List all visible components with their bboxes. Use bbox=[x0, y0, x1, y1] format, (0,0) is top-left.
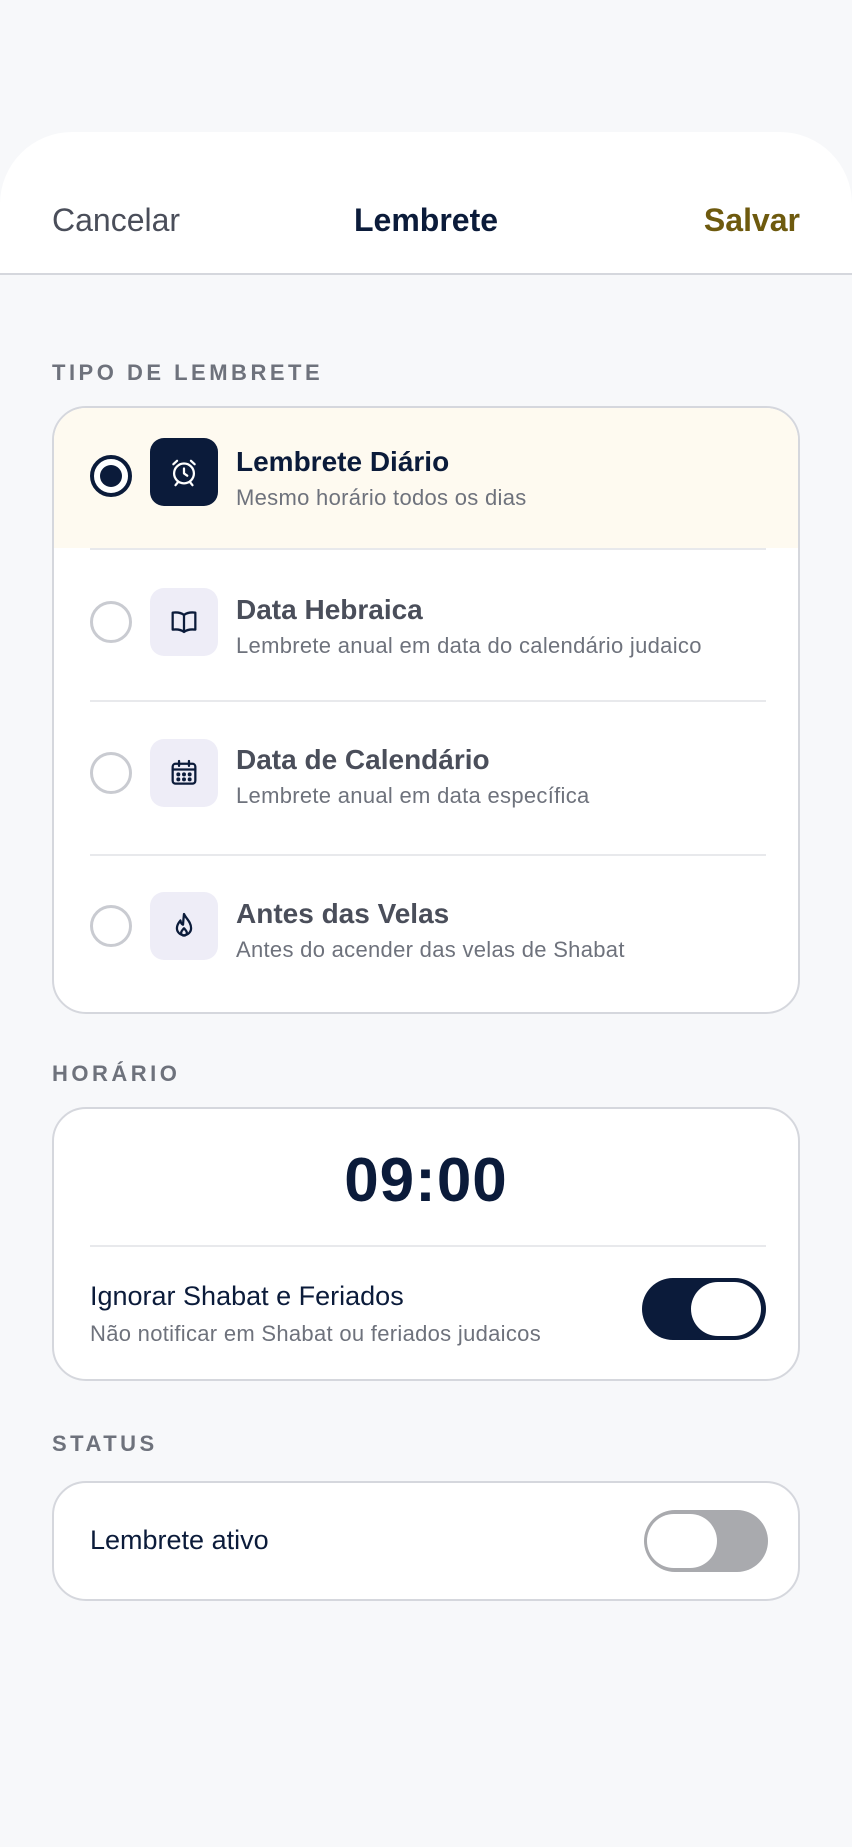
radio-hebrew-date[interactable] bbox=[90, 601, 132, 643]
save-button[interactable]: Salvar bbox=[704, 200, 800, 240]
flame-icon bbox=[150, 892, 218, 960]
option-title: Antes das Velas bbox=[236, 898, 450, 929]
time-picker[interactable]: 09:00 bbox=[54, 1145, 798, 1216]
option-subtitle: Lembrete anual em data específica bbox=[236, 783, 590, 808]
radio-before-candles[interactable] bbox=[90, 905, 132, 947]
option-title: Data Hebraica bbox=[236, 594, 423, 625]
option-before-candles[interactable]: Antes das Velas Antes do acender das vel… bbox=[54, 856, 798, 1012]
skip-shabbat-title: Ignorar Shabat e Feriados bbox=[90, 1281, 404, 1311]
option-title: Data de Calendário bbox=[236, 744, 490, 775]
option-daily-reminder[interactable]: Lembrete Diário Mesmo horário todos os d… bbox=[54, 408, 798, 548]
skip-shabbat-toggle[interactable] bbox=[642, 1278, 766, 1340]
section-label-status: STATUS bbox=[52, 1431, 158, 1456]
active-reminder-toggle[interactable] bbox=[644, 1510, 768, 1572]
alarm-clock-icon bbox=[150, 438, 218, 506]
open-book-icon bbox=[150, 588, 218, 656]
divider bbox=[90, 1245, 766, 1247]
option-subtitle: Antes do acender das velas de Shabat bbox=[236, 937, 625, 962]
option-calendar-date[interactable]: Data de Calendário Lembrete anual em dat… bbox=[54, 702, 798, 854]
option-hebrew-date[interactable]: Data Hebraica Lembrete anual em data do … bbox=[54, 550, 798, 700]
option-subtitle: Mesmo horário todos os dias bbox=[236, 485, 527, 510]
section-label-reminder-type: TIPO DE LEMBRETE bbox=[52, 360, 324, 385]
schedule-card: 09:00 Ignorar Shabat e Feriados Não noti… bbox=[52, 1107, 800, 1381]
radio-calendar-date[interactable] bbox=[90, 752, 132, 794]
skip-shabbat-subtitle: Não notificar em Shabat ou feriados juda… bbox=[90, 1321, 542, 1346]
reminder-type-card: Lembrete Diário Mesmo horário todos os d… bbox=[52, 406, 800, 1014]
toggle-knob bbox=[691, 1282, 761, 1336]
toggle-knob bbox=[647, 1514, 717, 1568]
calendar-icon bbox=[150, 739, 218, 807]
option-subtitle: Lembrete anual em data do calendário jud… bbox=[236, 633, 702, 658]
radio-daily-reminder[interactable] bbox=[90, 455, 132, 497]
active-reminder-title: Lembrete ativo bbox=[90, 1525, 269, 1555]
option-title: Lembrete Diário bbox=[236, 446, 450, 477]
status-card: Lembrete ativo bbox=[52, 1481, 800, 1601]
cancel-button[interactable]: Cancelar bbox=[52, 200, 180, 240]
section-label-schedule: HORÁRIO bbox=[52, 1061, 181, 1086]
